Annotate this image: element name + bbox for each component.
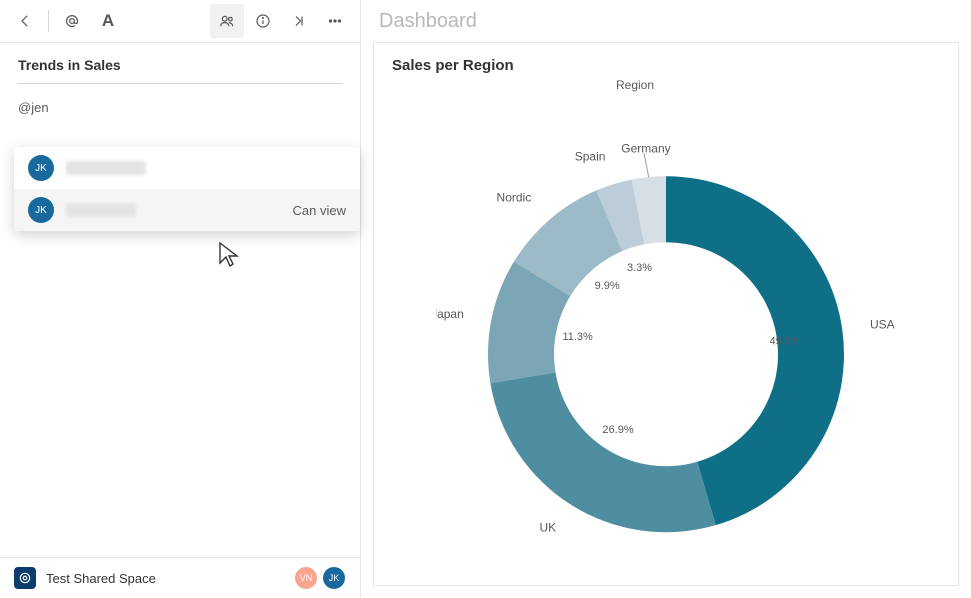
sidebar-footer: Test Shared Space VN JK (0, 557, 360, 598)
slice-label: Japan (436, 307, 464, 321)
redacted-name (66, 161, 146, 175)
annotation-panel: Trends in Sales @jen JK JK Can view (0, 43, 360, 557)
slice-pct: 11.3% (562, 331, 593, 343)
mention-option[interactable]: JK (14, 147, 360, 189)
redacted-name (66, 203, 136, 217)
avatar: JK (28, 155, 54, 181)
slice-pct: 45.5% (770, 335, 801, 347)
user-avatar-chip[interactable]: VN (294, 566, 318, 590)
mention-option[interactable]: JK Can view (14, 189, 360, 231)
mention-dropdown: JK JK Can view (14, 147, 360, 231)
slice-label: Spain (575, 149, 606, 163)
toolbar: A (0, 0, 360, 43)
people-button[interactable] (210, 4, 244, 38)
space-icon[interactable] (14, 567, 36, 589)
slice-pct: 26.9% (602, 424, 633, 436)
donut-slice[interactable] (490, 372, 715, 532)
permission-label: Can view (293, 203, 346, 218)
panel-title: Trends in Sales (18, 57, 342, 84)
main-area: Dashboard Sales per Region Region USA 45.… (361, 0, 971, 598)
info-button[interactable] (246, 4, 280, 38)
dashboard-header: Dashboard (361, 0, 971, 42)
slice-label: USA (870, 317, 895, 331)
slice-label: Germany (621, 141, 670, 155)
legend-title: Region (392, 78, 948, 92)
slice-pct: 3.3% (627, 262, 652, 274)
separator (48, 10, 49, 32)
sidebar: A Trends in Sales @jen JK JK Can view (0, 0, 361, 598)
more-button[interactable] (318, 4, 352, 38)
format-text-button[interactable]: A (91, 4, 125, 38)
app-root: A Trends in Sales @jen JK JK Can view (0, 0, 971, 598)
skip-end-button[interactable] (282, 4, 316, 38)
back-button[interactable] (8, 4, 42, 38)
slice-label: Nordic (497, 190, 532, 204)
avatar: JK (28, 197, 54, 223)
donut-chart: USA 45.5% UK 26.9% Japan 11.3% Nordic 9.9% Spain… (436, 104, 896, 564)
slice-label: UK (539, 520, 556, 534)
mention-button[interactable] (55, 4, 89, 38)
user-avatar-chip[interactable]: JK (322, 566, 346, 590)
mention-input-text[interactable]: @jen (18, 100, 342, 115)
chart-card: Sales per Region Region USA 45.5% UK 26.9% J… (373, 42, 959, 586)
chart-title: Sales per Region (392, 57, 948, 74)
space-name[interactable]: Test Shared Space (46, 571, 156, 586)
cursor-icon (218, 241, 242, 269)
slice-pct: 9.9% (595, 280, 620, 292)
